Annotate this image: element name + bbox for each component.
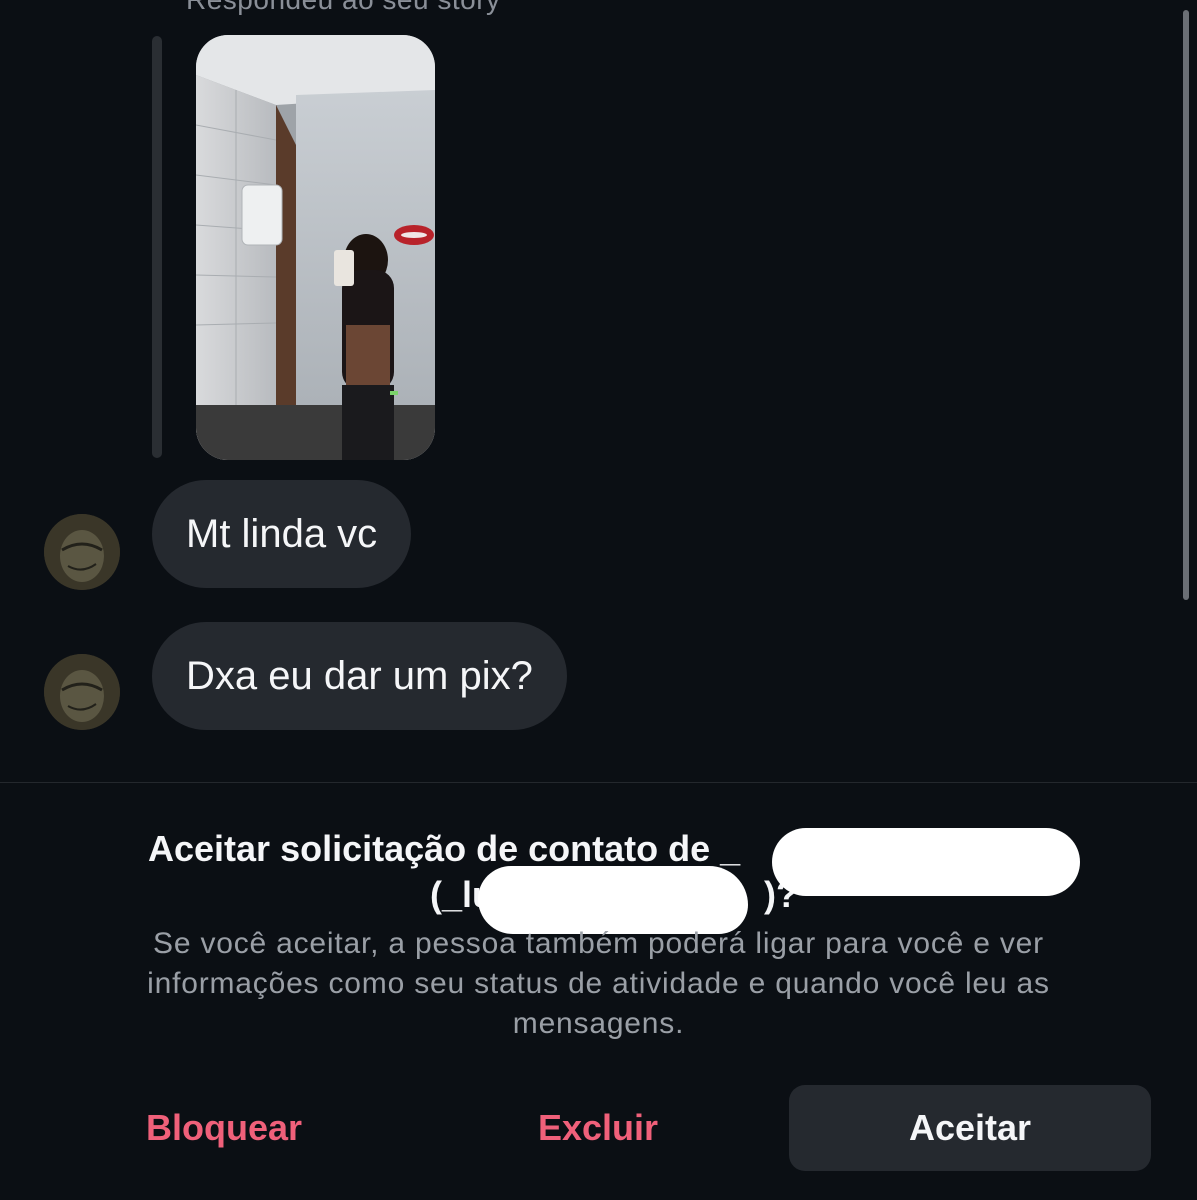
story-thumbnail[interactable]	[196, 35, 435, 460]
block-button[interactable]: Bloquear	[44, 1085, 404, 1171]
story-photo	[196, 35, 435, 460]
divider	[0, 782, 1197, 783]
sender-avatar[interactable]	[44, 514, 120, 590]
sender-avatar[interactable]	[44, 654, 120, 730]
message-bubble[interactable]: Mt linda vc	[152, 480, 412, 588]
delete-button[interactable]: Excluir	[418, 1085, 778, 1171]
dm-request-screen: Respondeu ao seu story	[0, 0, 1197, 1200]
accept-button[interactable]: Aceitar	[789, 1085, 1151, 1171]
request-title-line1: Aceitar solicitação de contato de _	[148, 828, 741, 869]
avatar-image	[44, 514, 120, 590]
redaction-scribble	[772, 828, 1080, 896]
story-reply-caption: Respondeu ao seu story	[186, 0, 501, 16]
request-description: Se você aceitar, a pessoa também poderá …	[147, 927, 1050, 1040]
scrollbar[interactable]	[1183, 10, 1189, 600]
reply-indicator-bar	[152, 36, 162, 458]
avatar-image	[44, 654, 120, 730]
message-bubble[interactable]: Dxa eu dar um pix?	[152, 622, 567, 730]
